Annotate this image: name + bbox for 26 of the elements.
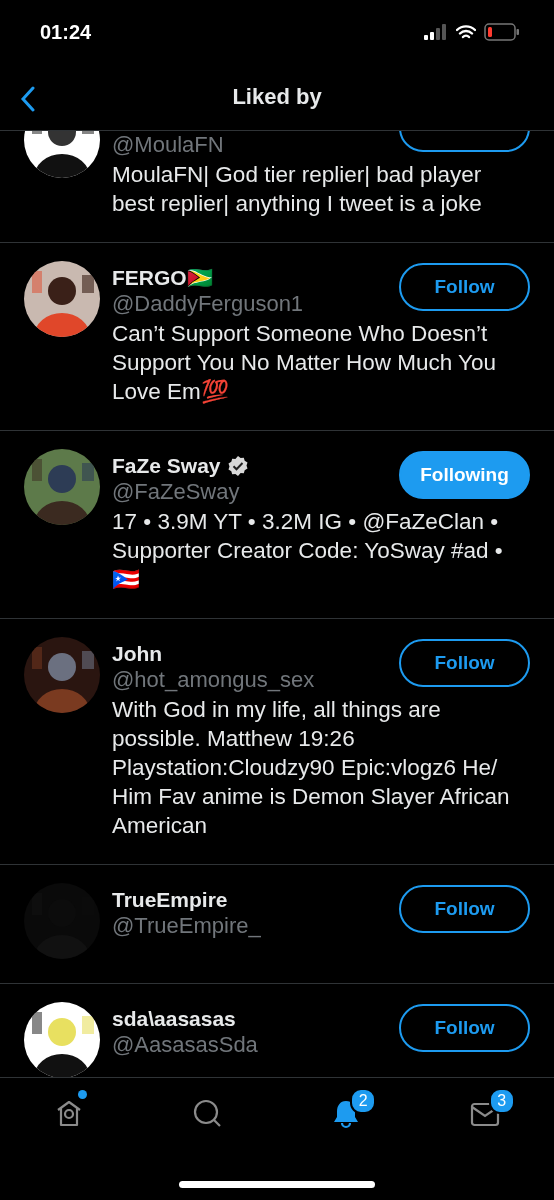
- count-badge: 3: [488, 1088, 515, 1114]
- user-bio: MoulaFN| God tier replier| bad player best replier| anything I tweet is a joke: [112, 161, 483, 218]
- follow-button[interactable]: Follow: [399, 885, 530, 933]
- user-handle: @hot_amongus_sex: [112, 667, 315, 693]
- status-time: 01:24: [40, 20, 92, 44]
- user-bio: With God in my life, all things are possible. Matthew 19:26 Playstation:Cloudzy90 Epic:vlogz6 He/ Him Fav anime is Demon Slayer African American: [112, 696, 511, 840]
- follow-button[interactable]: Follow: [399, 639, 530, 687]
- user-handle: @DaddyFerguson1: [112, 291, 304, 317]
- user-name: FERGO🇬🇾: [112, 265, 213, 291]
- user-name: TrueEmpire: [112, 887, 228, 913]
- wifi-icon: [456, 24, 476, 40]
- user-name: sda\aasasas: [112, 1006, 236, 1032]
- follow-button[interactable]: Follow: [399, 263, 530, 311]
- user-name: John: [112, 641, 163, 667]
- user-name: FaZe Sway: [112, 453, 221, 479]
- user-bio: 17 • 3.9M YT • 3.2M IG • @FaZeClan • Supporter Creator Code: YoSway #ad • 🇵🇷: [112, 508, 504, 594]
- user-bio: Can’t Support Someone Who Doesn’t Support You No Matter How Much You Love Em💯: [112, 320, 497, 406]
- user-handle: @FaZeSway: [112, 479, 241, 505]
- user-handle: @MoulaFN: [112, 132, 224, 158]
- follow-button[interactable]: Follow: [399, 1004, 530, 1052]
- user-handle: @AasasasSda: [112, 1032, 258, 1058]
- user-handle: @TrueEmpire_: [112, 913, 261, 939]
- signal-icon: [424, 24, 448, 40]
- list-row[interactable]: @MoulaFN MoulaFN| God tier replier| bad player best replier| anything I tweet is a joke: [0, 131, 554, 243]
- page-title: Liked by: [232, 84, 322, 110]
- count-badge: 2: [350, 1088, 377, 1114]
